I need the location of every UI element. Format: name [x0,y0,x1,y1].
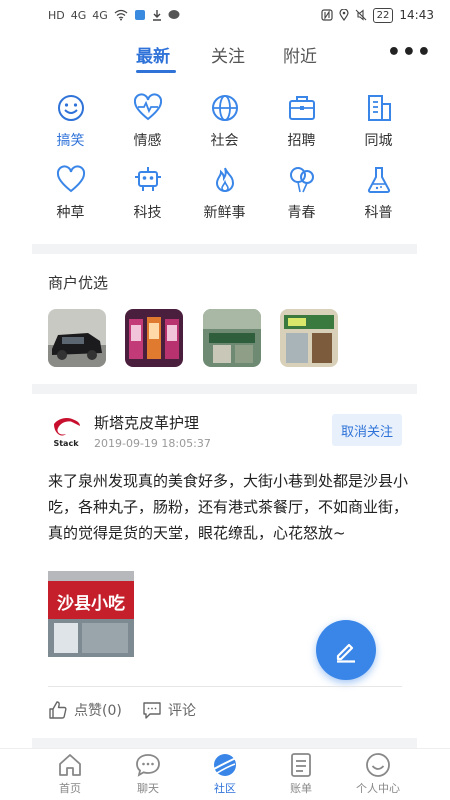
thumbs-up-icon [49,701,67,719]
merchant-thumb-restaurant[interactable] [203,309,261,367]
nav-label: 聊天 [137,782,159,795]
merchant-section-title: 商户优选 [48,274,109,292]
category-society[interactable]: 社会 [186,92,263,158]
category-news[interactable]: 新鲜事 [186,164,263,230]
section-divider [32,738,417,748]
tab-nearby[interactable]: 附近 [283,42,317,67]
like-button[interactable]: 点赞(0) [48,700,122,720]
category-label: 同城 [364,133,393,149]
author-avatar[interactable]: Stack [48,414,84,450]
comment-button[interactable]: 评论 [142,700,196,720]
restaurant-photo [203,309,261,367]
car-photo [48,309,106,367]
category-recruit[interactable]: 招聘 [263,92,340,158]
signal-indicator-2: 4G [92,8,108,22]
like-label: 点赞(0) [74,703,122,719]
heart-icon [56,165,85,193]
category-funny[interactable]: 搞笑 [32,92,109,158]
nav-label: 社区 [214,782,236,795]
status-left: HD 4G 4G [48,9,180,22]
tab-latest[interactable]: 最新 [136,42,170,67]
category-local[interactable]: 同城 [340,92,417,158]
category-emotion[interactable]: 情感 [109,92,186,158]
hd-indicator: HD [48,8,65,22]
bill-icon [291,753,311,777]
category-science[interactable]: 科普 [340,164,417,230]
flame-icon [215,167,234,192]
nav-community[interactable]: 社区 [185,751,265,796]
category-recommend[interactable]: 种草 [32,164,109,230]
top-tabs: 最新 关注 附近 ••• [0,36,450,80]
category-label: 情感 [133,133,162,149]
status-right: 22 14:43 [321,7,434,23]
home-icon [59,754,81,776]
merchant-thumb-storefront[interactable] [280,309,338,367]
category-label: 种草 [56,205,85,221]
planet-icon [213,754,237,776]
pencil-icon [336,643,355,663]
category-label: 青春 [287,205,316,221]
mute-icon [355,9,367,21]
post-image[interactable]: 沙县小吃 [48,571,134,657]
status-bar: HD 4G 4G 22 14:43 [0,0,450,30]
arcade-photo [125,309,183,367]
merchant-thumb-arcade[interactable] [125,309,183,367]
category-label: 科技 [133,205,162,221]
flask-icon [367,167,390,193]
svg-text:沙县小吃: 沙县小吃 [57,593,125,614]
category-youth[interactable]: 青春 [263,164,340,230]
smile-icon [57,95,84,121]
storefront-photo [280,309,338,367]
nav-label: 个人中心 [356,782,400,795]
nav-home[interactable]: 首页 [30,751,110,796]
location-icon [339,9,349,21]
tab-following[interactable]: 关注 [211,42,245,67]
post-separator [48,686,402,687]
nav-bill[interactable]: 账单 [261,751,341,796]
section-divider [32,244,417,254]
signal-indicator-1: 4G [70,8,87,22]
download-icon [152,10,161,21]
compose-button[interactable] [316,620,376,680]
balloons-icon [289,167,314,193]
battery-level: 22 [372,7,394,23]
comment-label: 评论 [168,703,196,719]
app-notification-icon [134,10,145,20]
active-tab-indicator [136,70,176,73]
category-label: 招聘 [287,133,316,149]
section-divider [32,384,417,394]
nav-label: 首页 [59,782,81,795]
bottom-nav: 首页 聊天 社区 账单 个人中心 [0,748,450,800]
nav-chat[interactable]: 聊天 [108,751,188,796]
robot-icon [134,167,161,191]
globe-icon [211,95,238,121]
heartbeat-icon [133,93,162,121]
category-label: 新鲜事 [203,205,246,221]
building-icon [367,95,391,121]
briefcase-icon [288,96,315,120]
clock: 14:43 [399,8,434,22]
chat-icon [136,754,160,777]
comment-icon [143,702,161,719]
category-label: 社会 [210,133,239,149]
svg-text:Stack: Stack [53,439,79,448]
nav-label: 账单 [290,782,312,795]
post-text: 来了泉州发现真的美食好多，大街小巷到处都是沙县小吃，各种丸子，肠粉，还有港式茶餐… [48,472,409,542]
post-timestamp: 2019-09-19 18:05:37 [94,437,211,450]
category-label: 搞笑 [56,133,85,149]
category-label: 科普 [364,205,393,221]
post-author-name[interactable]: 斯塔克皮革护理 [94,412,199,433]
more-button[interactable]: ••• [387,42,432,64]
message-icon [168,10,180,19]
nfc-icon [321,9,333,21]
unfollow-button[interactable]: 取消关注 [332,414,402,446]
nav-profile[interactable]: 个人中心 [338,751,418,796]
wifi-icon [114,9,128,21]
category-tech[interactable]: 科技 [109,164,186,230]
profile-icon [366,753,390,777]
merchant-thumb-car[interactable] [48,309,106,367]
